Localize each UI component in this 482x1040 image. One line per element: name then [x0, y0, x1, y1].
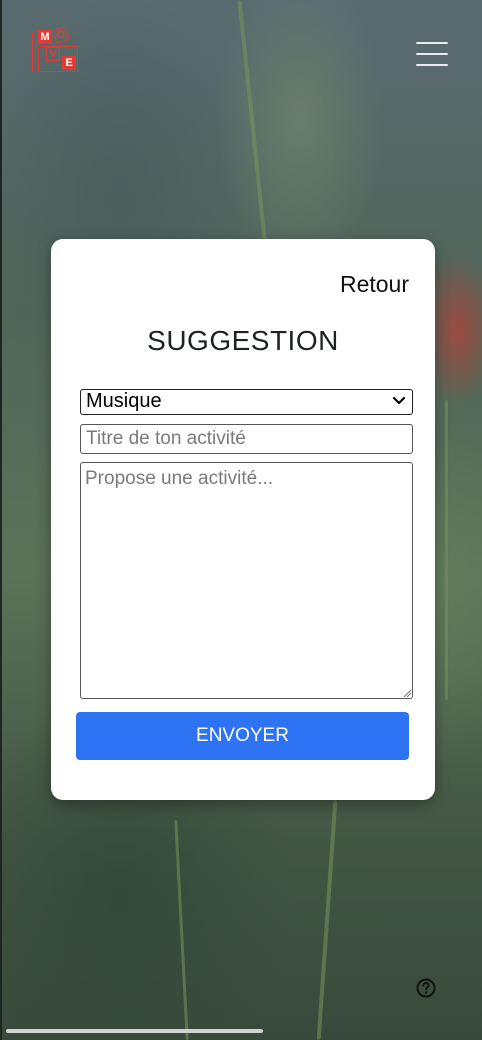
question-circle-icon[interactable] [416, 978, 436, 998]
activity-title-field[interactable]: Titre de ton activité [80, 424, 413, 454]
logo-letter-o: O [52, 26, 70, 44]
hamburger-icon[interactable] [416, 40, 448, 70]
page-title: SUGGESTION [147, 325, 339, 356]
logo-letter-e: E [62, 56, 76, 70]
background-stem [316, 800, 338, 1040]
logo-bar [32, 32, 34, 72]
logo-letter-m: M [38, 30, 52, 44]
category-select[interactable]: Musique [80, 389, 413, 415]
logo-letter-v: V [46, 47, 60, 61]
horizontal-scrollbar[interactable] [6, 1029, 263, 1033]
background-stem [445, 400, 448, 700]
resize-grip-icon[interactable] [404, 690, 411, 697]
chevron-down-icon [392, 396, 406, 405]
activity-description-field[interactable]: Propose une activité... [80, 462, 413, 699]
activity-description-placeholder: Propose une activité... [85, 468, 273, 489]
background-stem [237, 0, 267, 240]
suggestion-card: Retour SUGGESTION Musique Titre de ton a… [51, 239, 435, 800]
brand-logo[interactable]: M O V E [32, 26, 82, 78]
back-link[interactable]: Retour [340, 271, 409, 298]
activity-title-placeholder: Titre de ton activité [86, 428, 246, 449]
category-select-value: Musique [86, 390, 162, 412]
submit-button[interactable]: ENVOYER [76, 712, 409, 760]
background-stem [174, 820, 189, 1040]
left-edge [0, 0, 2, 1040]
